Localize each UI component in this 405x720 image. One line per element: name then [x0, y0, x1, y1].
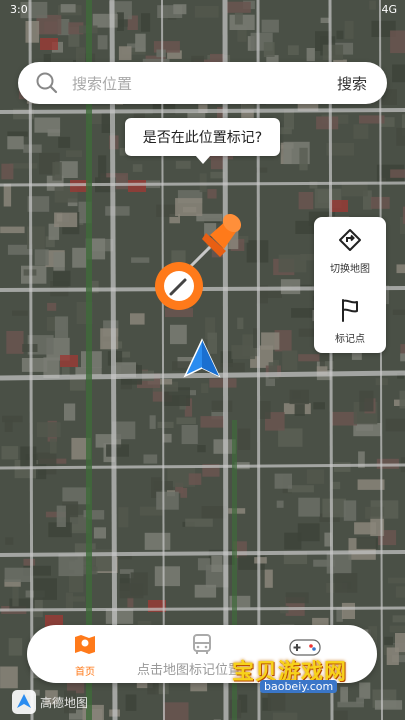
switch-map-button[interactable]: 切换地图: [314, 221, 386, 281]
mark-confirm-text: 是否在此位置标记?: [142, 130, 263, 146]
status-time: 3:0: [10, 3, 28, 16]
tab-home-label: 首页: [75, 667, 95, 678]
flag-icon: [342, 299, 358, 322]
map-mark-hint: 点击地图标记位置: [137, 663, 242, 678]
switch-map-icon: [339, 229, 361, 251]
mark-point-label: 标记点: [335, 334, 365, 345]
navigation-arrow-icon: [183, 338, 221, 378]
search-input[interactable]: [70, 70, 324, 98]
watermark-url: baobeiy.com: [260, 680, 338, 693]
mark-confirm-bubble[interactable]: 是否在此位置标记?: [125, 118, 280, 164]
switch-map-label: 切换地图: [330, 264, 370, 275]
amap-logo-text: 高德地图: [40, 695, 89, 710]
amap-logo-icon: [12, 690, 36, 714]
search-button[interactable]: 搜索: [337, 73, 367, 94]
home-map-icon: [75, 635, 95, 654]
tab-home[interactable]: 首页: [55, 633, 115, 678]
amap-logo: 高德地图: [12, 690, 88, 714]
map-tools-panel: 切换地图 标记点: [314, 217, 386, 353]
watermark: 宝贝游戏网 baobeiy.com: [228, 639, 378, 696]
search-icon: [36, 72, 58, 94]
mark-point-button[interactable]: 标记点: [314, 291, 386, 351]
status-signal: 4G: [381, 3, 397, 16]
tab-transit[interactable]: [172, 633, 232, 659]
location-target-icon: [155, 262, 203, 310]
status-bar: 3:0 4G: [0, 0, 405, 22]
bus-icon: [193, 634, 211, 654]
search-bar: 搜索: [18, 62, 387, 104]
